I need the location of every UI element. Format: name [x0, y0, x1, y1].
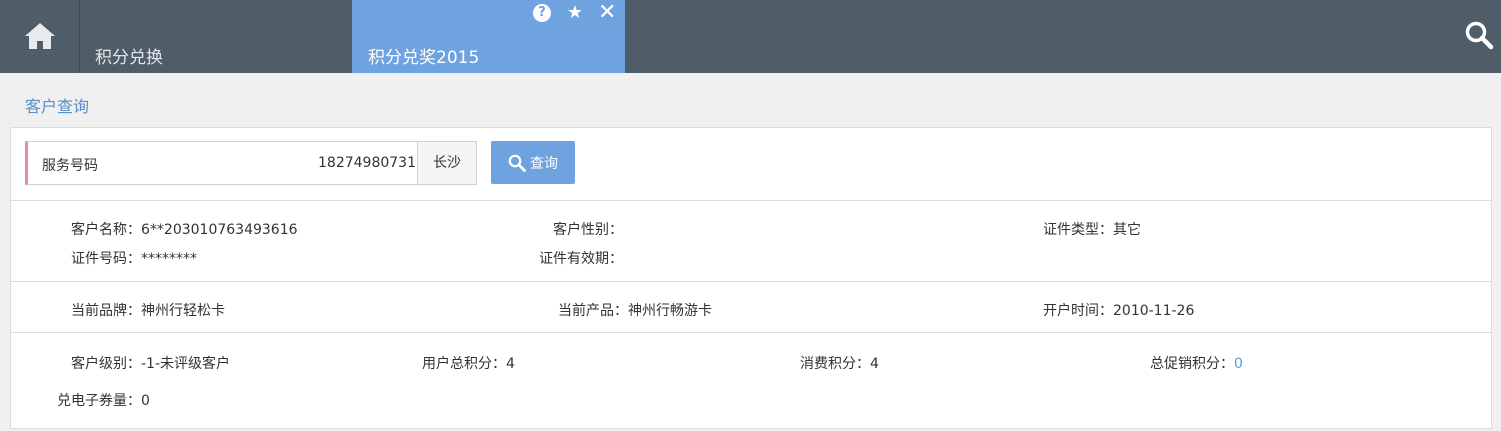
consumption-points-label: 消费积分： — [800, 356, 870, 372]
promo-points: 总促销积分：0 — [1121, 353, 1243, 373]
query-button[interactable]: 查询 — [491, 141, 575, 184]
customer-level-value: -1-未评级客户 — [141, 356, 231, 372]
query-button-label: 查询 — [530, 156, 558, 172]
coupon-redeemed: 兑电子券量：0 — [29, 390, 150, 410]
consumption-points: 消费积分：4 — [783, 353, 879, 373]
home-icon — [25, 23, 55, 49]
search-icon[interactable] — [1464, 20, 1494, 50]
id-type-value: 其它 — [1113, 222, 1141, 238]
current-brand-label: 当前品牌： — [71, 303, 141, 319]
id-type-label: 证件类型： — [1043, 222, 1113, 238]
tab-points-exchange[interactable]: 积分兑换 — [80, 0, 352, 73]
total-points-label: 用户总积分： — [422, 356, 506, 372]
city-addon[interactable]: 长沙 — [417, 142, 476, 184]
service-number-label: 服务号码 — [42, 158, 98, 174]
customer-gender-label: 客户性别： — [553, 222, 623, 238]
tab-label: 积分兑换 — [95, 48, 163, 68]
open-date-label: 开户时间： — [1043, 303, 1113, 319]
total-points: 用户总积分：4 — [403, 353, 515, 373]
open-date: 开户时间：2010-11-26 — [1018, 300, 1194, 320]
id-validity: 证件有效期： — [533, 248, 623, 268]
customer-level: 客户级别：-1-未评级客户 — [51, 353, 230, 373]
id-number-value: ******** — [141, 251, 197, 267]
id-validity-label: 证件有效期： — [539, 251, 623, 267]
coupon-redeemed-value: 0 — [141, 393, 150, 409]
divider — [11, 332, 1491, 333]
customer-name: 客户名称：6**203010763493616 — [51, 219, 298, 239]
consumption-points-value: 4 — [870, 356, 879, 372]
id-number: 证件号码：******** — [51, 248, 197, 268]
promo-points-link[interactable]: 0 — [1234, 356, 1243, 372]
divider — [11, 281, 1491, 282]
current-product: 当前产品：神州行畅游卡 — [533, 300, 712, 320]
service-number-input-group: 服务号码 18274980731 长沙 — [25, 141, 477, 185]
section-title: 客户查询 — [25, 97, 90, 116]
customer-gender: 客户性别： — [533, 219, 623, 239]
close-icon[interactable]: ✕ — [598, 2, 616, 24]
current-product-value: 神州行畅游卡 — [628, 303, 712, 319]
promo-points-label: 总促销积分： — [1150, 356, 1234, 372]
current-brand: 当前品牌：神州行轻松卡 — [51, 300, 225, 320]
search-icon — [508, 154, 526, 172]
customer-level-label: 客户级别： — [71, 356, 141, 372]
tab-points-redeem-2015[interactable]: ? ★ ✕ 积分兑奖2015 — [352, 0, 625, 73]
coupon-redeemed-label: 兑电子券量： — [57, 393, 141, 409]
customer-name-value: 6**203010763493616 — [141, 222, 298, 238]
star-icon[interactable]: ★ — [566, 4, 584, 22]
divider — [11, 200, 1491, 201]
total-points-value: 4 — [506, 356, 515, 372]
service-number-input[interactable]: 18274980731 — [318, 155, 416, 171]
id-number-label: 证件号码： — [71, 251, 141, 267]
current-brand-value: 神州行轻松卡 — [141, 303, 225, 319]
open-date-value: 2010-11-26 — [1113, 303, 1195, 319]
current-product-label: 当前产品： — [558, 303, 628, 319]
id-type: 证件类型：其它 — [1018, 219, 1141, 239]
help-icon[interactable]: ? — [533, 4, 551, 22]
tab-label: 积分兑奖2015 — [368, 48, 480, 68]
customer-query-panel: 服务号码 18274980731 长沙 查询 客户名称：6**203010763… — [10, 127, 1492, 429]
home-button[interactable] — [0, 0, 80, 73]
top-bar: 积分兑换 ? ★ ✕ 积分兑奖2015 — [0, 0, 1501, 73]
customer-name-label: 客户名称： — [71, 222, 141, 238]
